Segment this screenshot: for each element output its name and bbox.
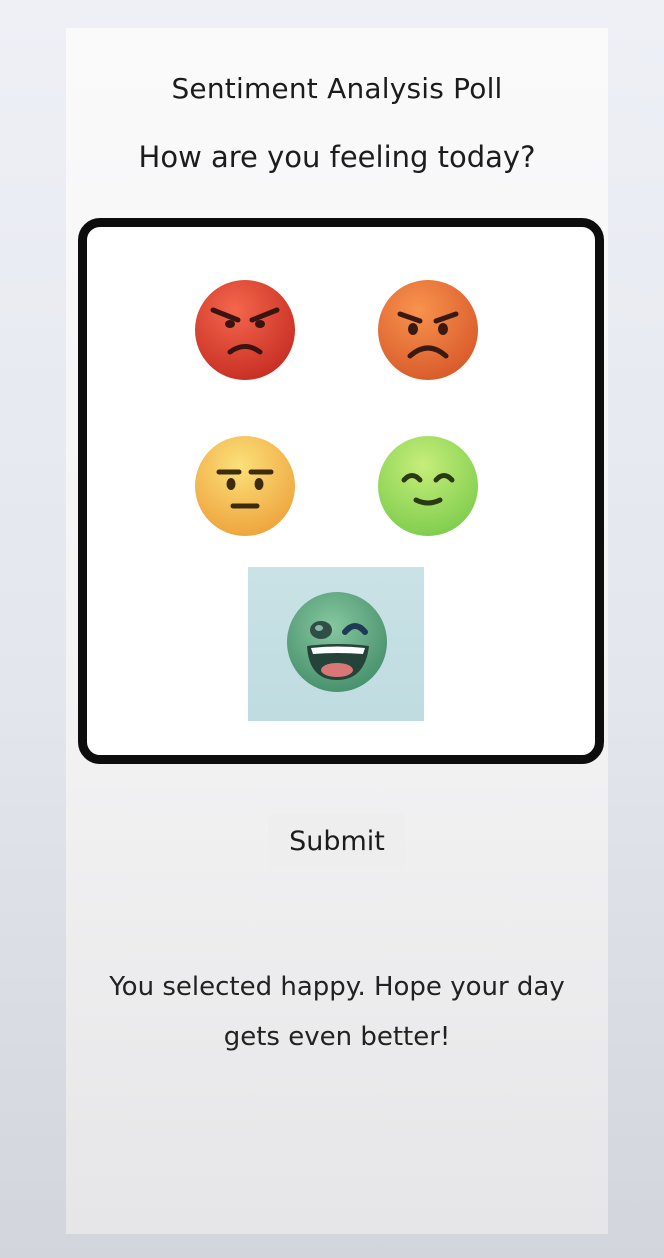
submit-button[interactable]: Submit [268, 814, 406, 868]
content-emoji-option[interactable] [376, 434, 480, 538]
neutral-face-icon [195, 436, 295, 536]
frowning-face-icon [378, 280, 478, 380]
upset-emoji-option[interactable] [376, 278, 480, 382]
result-message: You selected happy. Hope your day gets e… [109, 972, 565, 1052]
neutral-emoji-option[interactable] [193, 434, 297, 538]
poll-question: How are you feeling today? [138, 140, 536, 174]
emoji-options-panel [78, 218, 604, 764]
angry-emoji-option[interactable] [193, 278, 297, 382]
happy-emoji-option[interactable] [248, 567, 424, 721]
poll-card: Sentiment Analysis Poll How are you feel… [66, 28, 608, 1234]
winking-laughing-face-icon [287, 592, 387, 692]
angry-face-icon [195, 280, 295, 380]
relieved-face-icon [378, 436, 478, 536]
poll-title: Sentiment Analysis Poll [171, 72, 503, 105]
